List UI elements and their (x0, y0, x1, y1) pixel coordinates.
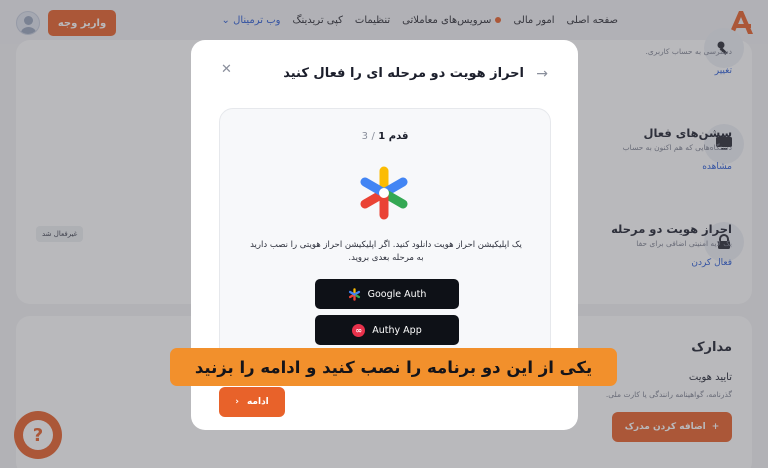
close-icon[interactable]: ✕ (221, 62, 232, 77)
google-authenticator-icon (348, 287, 360, 301)
back-arrow-icon[interactable]: → (536, 66, 548, 82)
google-authenticator-logo-icon (360, 166, 408, 220)
continue-label: ادامه (246, 397, 269, 407)
google-auth-label: Google Auth (367, 288, 427, 300)
authy-icon: ∞ (352, 323, 366, 337)
authy-button[interactable]: ∞ Authy App (315, 315, 459, 345)
authy-label: Authy App (372, 324, 422, 336)
step-description: یک اپلیکیشن احراز هویت دانلود کنید. اگر … (250, 240, 522, 263)
continue-button[interactable]: ادامه ‹ (219, 387, 285, 417)
caption-text: یکی از این دو برنامه را نصب کنید و ادامه… (194, 357, 593, 377)
modal-title: احراز هویت دو مرحله ای را فعال کنید (283, 66, 524, 81)
google-auth-button[interactable]: Google Auth (315, 279, 459, 309)
chevron-left-icon: ‹ (235, 397, 239, 407)
tutorial-caption: یکی از این دو برنامه را نصب کنید و ادامه… (170, 348, 617, 386)
step-panel: قدم 1 / 3 یک اپلیکیشن احراز هویت دانلود … (219, 108, 551, 368)
step-indicator: قدم 1 / 3 (361, 131, 409, 142)
